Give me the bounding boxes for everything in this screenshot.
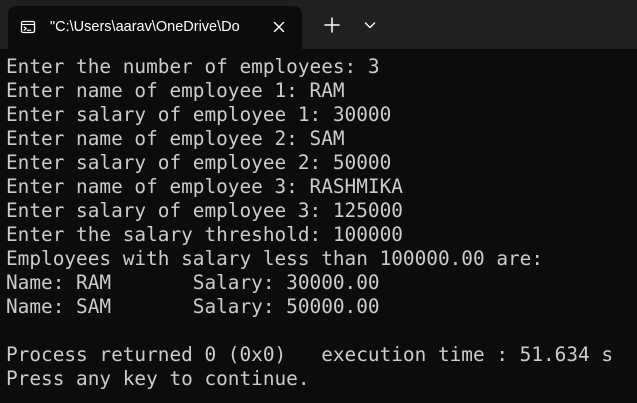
console-line: Name: RAM Salary: 30000.00 bbox=[6, 271, 380, 294]
console-output[interactable]: Enter the number of employees: 3 Enter n… bbox=[0, 55, 637, 403]
console-line: Enter salary of employee 1: 30000 bbox=[6, 103, 392, 126]
title-bar: "C:\Users\aarav\OneDrive\Do bbox=[0, 0, 637, 49]
console-line: Enter name of employee 2: SAM bbox=[6, 127, 345, 150]
console-line: Employees with salary less than 100000.0… bbox=[6, 247, 544, 270]
terminal-window: "C:\Users\aarav\OneDrive\Do Enter the nu… bbox=[0, 0, 637, 403]
console-line: Enter salary of employee 2: 50000 bbox=[6, 151, 392, 174]
tab-title: "C:\Users\aarav\OneDrive\Do bbox=[50, 19, 240, 35]
chevron-down-icon[interactable] bbox=[362, 17, 378, 33]
console-line: Enter name of employee 3: RASHMIKA bbox=[6, 175, 403, 198]
plus-icon[interactable] bbox=[322, 15, 342, 35]
console-line: Press any key to continue. bbox=[6, 367, 310, 390]
console-line: Enter the salary threshold: 100000 bbox=[6, 223, 403, 246]
console-line: Process returned 0 (0x0) execution time … bbox=[6, 343, 614, 366]
console-line: Name: SAM Salary: 50000.00 bbox=[6, 295, 380, 318]
console-line: Enter name of employee 1: RAM bbox=[6, 79, 345, 102]
terminal-icon bbox=[20, 20, 36, 34]
close-icon[interactable] bbox=[270, 18, 288, 36]
console-line: Enter the number of employees: 3 bbox=[6, 55, 380, 78]
console-line: Enter salary of employee 3: 125000 bbox=[6, 199, 403, 222]
tab-active[interactable]: "C:\Users\aarav\OneDrive\Do bbox=[8, 6, 302, 49]
